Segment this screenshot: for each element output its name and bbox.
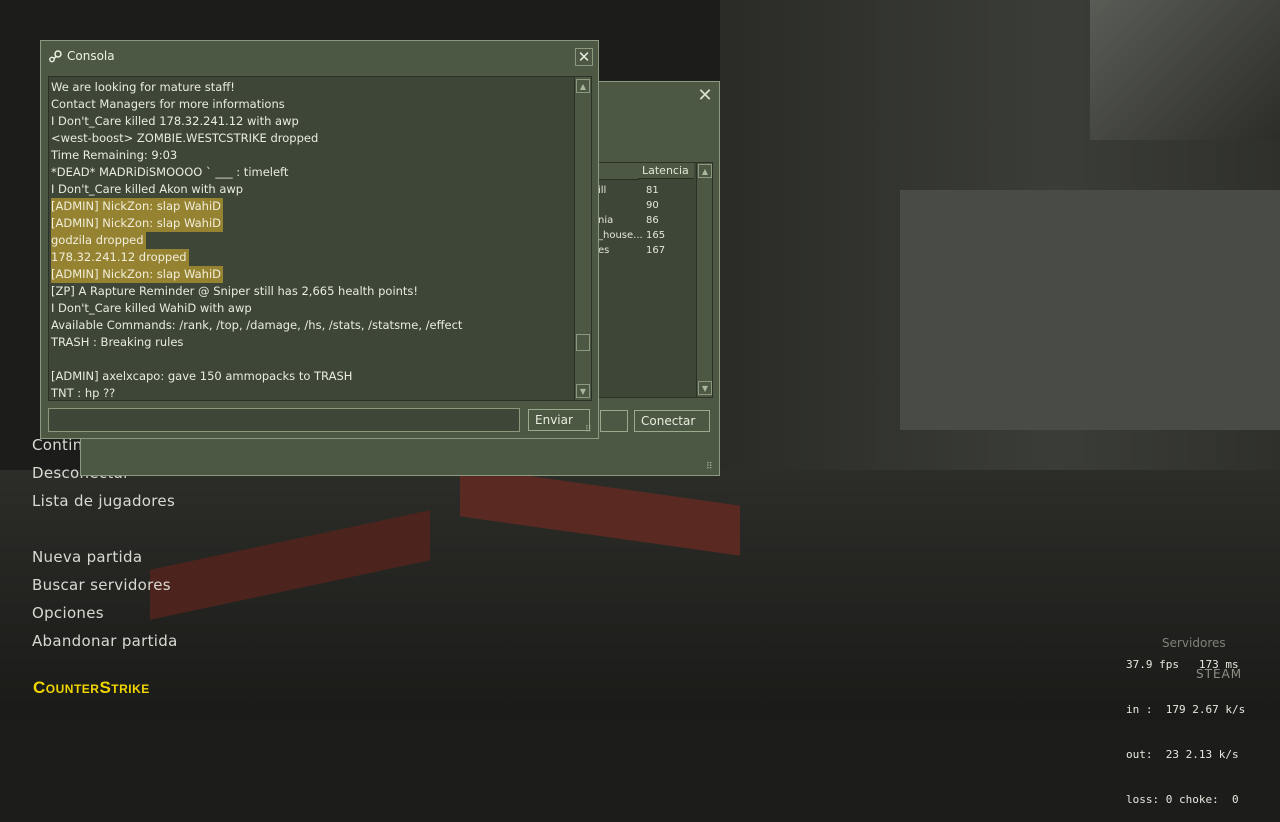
resize-grip-icon[interactable]: ⠿ [706, 462, 716, 472]
net-graph: 37.9 fps 173 ms in : 179 2.67 k/s out: 2… [1126, 627, 1245, 822]
steam-wordmark: STEAM [1196, 667, 1243, 681]
server-list-scrollbar[interactable]: ▲ ▼ [696, 163, 712, 397]
console-line: I Don't_Care killed WahiD with awp [51, 301, 252, 315]
console-line: We are looking for mature staff! [51, 80, 235, 94]
server-name: nia [598, 215, 614, 226]
console-line: <west-boost> ZOMBIE.WESTCSTRIKE dropped [51, 131, 319, 145]
console-window: Consola ✕ We are looking for mature staf… [40, 40, 599, 439]
close-icon[interactable]: ✕ [575, 48, 593, 66]
connect-button[interactable]: Conectar [634, 410, 710, 432]
console-line: TNT : hp ?? [51, 386, 116, 400]
game-logo: CounterStrike [33, 678, 150, 697]
console-line: 178.32.241.12 dropped [51, 249, 189, 266]
server-list: Latencia ill 81 90 nia 86 _house... 165 es 1… [597, 162, 713, 398]
menu-item-find-servers[interactable]: Buscar servidores [32, 576, 171, 594]
server-column-latency[interactable]: Latencia [638, 163, 694, 179]
console-line: Available Commands: /rank, /top, /damage… [51, 318, 463, 332]
console-line: godzila dropped [51, 232, 146, 249]
console-line: [ADMIN] NickZon: slap WahiD [51, 198, 223, 215]
background-ceiling-light [1090, 0, 1280, 140]
console-line: [ZP] A Rapture Reminder @ Sniper still h… [51, 284, 419, 298]
send-button[interactable]: Enviar [528, 409, 590, 431]
server-latency: 81 [646, 185, 659, 196]
console-line: [ADMIN] NickZon: slap WahiD [51, 266, 223, 283]
server-name: _house... [598, 230, 643, 241]
steam-servers-label: Servidores [1162, 636, 1226, 650]
server-latency: 165 [646, 230, 666, 241]
background-wall-panel [900, 190, 1280, 430]
menu-item-new-game[interactable]: Nueva partida [32, 548, 142, 566]
console-line: I Don't_Care killed Akon with awp [51, 182, 244, 196]
menu-item-player-list[interactable]: Lista de jugadores [32, 492, 175, 510]
console-line: Time Remaining: 9:03 [51, 148, 178, 162]
server-latency: 167 [646, 245, 666, 256]
scroll-up-icon[interactable]: ▲ [698, 164, 712, 178]
console-log: We are looking for mature staff! Contact … [48, 76, 592, 401]
command-input[interactable] [48, 408, 520, 432]
server-latency: 86 [646, 215, 659, 226]
scroll-down-icon[interactable]: ▼ [576, 384, 590, 398]
console-line: Contact Managers for more informations [51, 97, 285, 111]
net-graph-line: in : 179 2.67 k/s [1126, 703, 1246, 716]
menu-item-quit[interactable]: Abandonar partida [32, 632, 178, 650]
console-line: [ADMIN] axelxcapo: gave 150 ammopacks to… [51, 369, 353, 383]
menu-item-options[interactable]: Opciones [32, 604, 104, 622]
console-title: Consola [67, 49, 115, 63]
server-name: ill [598, 185, 607, 196]
scroll-thumb[interactable] [576, 334, 590, 351]
console-line: [ADMIN] NickZon: slap WahiD [51, 215, 223, 232]
net-graph-line: out: 23 2.13 k/s [1126, 748, 1239, 761]
server-name: es [598, 245, 610, 256]
console-line: TRASH : Breaking rules [51, 335, 184, 349]
scroll-up-icon[interactable]: ▲ [576, 79, 590, 93]
steam-icon [49, 50, 62, 63]
console-line: *DEAD* MADRiDiSMOOOO ` ___ : timeleft [51, 165, 289, 179]
server-refresh-button[interactable] [600, 410, 628, 432]
console-line: I Don't_Care killed 178.32.241.12 with a… [51, 114, 299, 128]
server-latency: 90 [646, 200, 659, 211]
close-icon[interactable]: ✕ [697, 87, 713, 105]
server-column-name[interactable] [598, 163, 639, 180]
scroll-down-icon[interactable]: ▼ [698, 381, 712, 395]
console-scrollbar[interactable]: ▲ ▼ [574, 77, 591, 400]
resize-grip-icon[interactable]: ⠿ [585, 425, 595, 435]
net-graph-line: loss: 0 choke: 0 [1126, 793, 1239, 806]
